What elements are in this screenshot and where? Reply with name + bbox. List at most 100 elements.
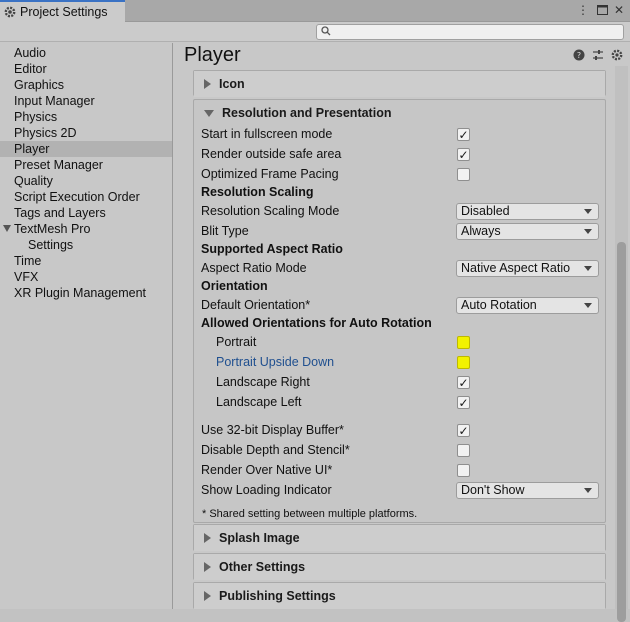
- row-label: Blit Type: [201, 224, 249, 238]
- resolution-scaling-dropdown[interactable]: Disabled: [456, 203, 599, 220]
- depth-stencil-checkbox[interactable]: [457, 444, 470, 457]
- dropdown-value: Auto Rotation: [461, 298, 537, 312]
- row-allowed-orientations-header: Allowed Orientations for Auto Rotation: [194, 315, 607, 333]
- dropdown-value: Disabled: [461, 204, 510, 218]
- settings-gear-icon[interactable]: [611, 49, 623, 61]
- dropdown-arrow-icon: [584, 229, 592, 234]
- row-render-safe-area: Render outside safe area ✓: [194, 146, 607, 164]
- sidebar-item-vfx[interactable]: VFX: [0, 269, 172, 285]
- title-bar: Project Settings ⋮ ✕: [0, 0, 630, 22]
- section-title: Publishing Settings: [219, 589, 336, 603]
- section-splash-image: Splash Image: [193, 524, 606, 551]
- sidebar-item-preset-manager[interactable]: Preset Manager: [0, 157, 172, 173]
- collapsed-arrow-icon: [204, 562, 211, 572]
- row-32bit-display-buffer: Use 32-bit Display Buffer* ✓: [194, 422, 607, 440]
- sidebar-item-graphics[interactable]: Graphics: [0, 77, 172, 93]
- scrollbar-thumb[interactable]: [617, 242, 626, 622]
- sidebar-item-label: TextMesh Pro: [14, 222, 91, 236]
- preset-sliders-icon[interactable]: [592, 49, 604, 61]
- row-label: Render Over Native UI*: [201, 463, 333, 477]
- sidebar-item-input-manager[interactable]: Input Manager: [0, 93, 172, 109]
- more-options-icon[interactable]: ⋮: [576, 3, 590, 17]
- portrait-checkbox[interactable]: [457, 336, 470, 349]
- section-icon-header[interactable]: Icon: [194, 71, 605, 97]
- page-title: Player: [184, 44, 241, 66]
- dropdown-arrow-icon: [584, 303, 592, 308]
- row-render-over-native-ui: Render Over Native UI*: [194, 462, 607, 480]
- loading-indicator-dropdown[interactable]: Don't Show: [456, 482, 599, 499]
- maximize-icon[interactable]: [595, 3, 609, 17]
- sidebar-item-textmesh-settings[interactable]: Settings: [0, 237, 172, 253]
- row-label: Optimized Frame Pacing: [201, 167, 339, 181]
- sidebar-item-quality[interactable]: Quality: [0, 173, 172, 189]
- row-start-fullscreen: Start in fullscreen mode ✓: [194, 126, 607, 144]
- sidebar-item-physics[interactable]: Physics: [0, 109, 172, 125]
- section-title: Splash Image: [219, 531, 300, 545]
- check-icon: ✓: [458, 127, 469, 142]
- sidebar-item-physics-2d[interactable]: Physics 2D: [0, 125, 172, 141]
- section-title: Resolution and Presentation: [222, 106, 392, 120]
- dropdown-value: Native Aspect Ratio: [461, 261, 571, 275]
- foldout-expanded-icon[interactable]: [3, 225, 11, 232]
- row-orientation-header: Orientation: [194, 278, 607, 296]
- collapsed-arrow-icon: [204, 533, 211, 543]
- group-heading: Allowed Orientations for Auto Rotation: [201, 316, 432, 330]
- section-splash-header[interactable]: Splash Image: [194, 525, 605, 551]
- landscape-right-checkbox[interactable]: ✓: [457, 376, 470, 390]
- section-resolution-header[interactable]: Resolution and Presentation: [194, 100, 605, 126]
- native-ui-checkbox[interactable]: [457, 464, 470, 477]
- project-settings-window: Project Settings ⋮ ✕ Audio Editor Graphi…: [0, 0, 630, 622]
- sidebar-item-textmesh-pro[interactable]: TextMesh Pro: [0, 221, 172, 237]
- row-default-orientation: Default Orientation* Auto Rotation: [194, 297, 607, 315]
- row-label: Default Orientation*: [201, 298, 311, 312]
- tab-label: Project Settings: [20, 5, 108, 19]
- row-label: Aspect Ratio Mode: [201, 261, 307, 275]
- toolbar: [0, 22, 630, 42]
- group-heading: Orientation: [201, 279, 268, 293]
- help-icon[interactable]: ?: [573, 49, 585, 61]
- landscape-left-checkbox[interactable]: ✓: [457, 396, 470, 410]
- collapsed-arrow-icon: [204, 79, 211, 89]
- section-title: Icon: [219, 77, 245, 91]
- section-resolution-presentation: Resolution and Presentation Start in ful…: [193, 99, 606, 523]
- search-input[interactable]: [316, 24, 624, 40]
- section-other-header[interactable]: Other Settings: [194, 554, 605, 580]
- section-icon: Icon: [193, 70, 606, 97]
- sidebar-item-audio[interactable]: Audio: [0, 45, 172, 61]
- row-portrait-upside-down: Portrait Upside Down: [194, 354, 607, 372]
- row-frame-pacing: Optimized Frame Pacing: [194, 166, 607, 184]
- aspect-ratio-dropdown[interactable]: Native Aspect Ratio: [456, 260, 599, 277]
- row-label: Landscape Right: [216, 375, 310, 389]
- row-disable-depth-stencil: Disable Depth and Stencil*: [194, 442, 607, 460]
- main-scrollbar[interactable]: [615, 66, 628, 622]
- blit-type-dropdown[interactable]: Always: [456, 223, 599, 240]
- section-publishing-settings: Publishing Settings: [193, 582, 606, 609]
- check-icon: ✓: [458, 423, 469, 438]
- row-portrait: Portrait: [194, 334, 607, 352]
- collapsed-arrow-icon: [204, 591, 211, 601]
- frame-pacing-checkbox[interactable]: [457, 168, 470, 181]
- tab-project-settings[interactable]: Project Settings: [0, 0, 125, 22]
- expanded-arrow-icon: [204, 109, 214, 117]
- sidebar-item-script-execution-order[interactable]: Script Execution Order: [0, 189, 172, 205]
- section-publishing-header[interactable]: Publishing Settings: [194, 583, 605, 609]
- sidebar-item-player[interactable]: Player: [0, 141, 172, 157]
- fullscreen-checkbox[interactable]: ✓: [457, 127, 470, 142]
- row-label: Portrait Upside Down: [216, 355, 335, 369]
- row-aspect-header: Supported Aspect Ratio: [194, 241, 607, 259]
- dropdown-arrow-icon: [584, 209, 592, 214]
- sidebar-item-time[interactable]: Time: [0, 253, 172, 269]
- safe-area-checkbox[interactable]: ✓: [457, 148, 470, 162]
- portrait-upside-down-checkbox[interactable]: [457, 356, 470, 369]
- sidebar-item-xr-plugin-management[interactable]: XR Plugin Management: [0, 285, 172, 301]
- group-heading: Resolution Scaling: [201, 185, 314, 199]
- dropdown-arrow-icon: [584, 266, 592, 271]
- dropdown-value: Don't Show: [461, 483, 525, 497]
- row-label: Render outside safe area: [201, 147, 342, 161]
- sidebar-item-tags-and-layers[interactable]: Tags and Layers: [0, 205, 172, 221]
- sidebar-item-editor[interactable]: Editor: [0, 61, 172, 77]
- display-buffer-checkbox[interactable]: ✓: [457, 423, 470, 438]
- row-blit-type: Blit Type Always: [194, 223, 607, 241]
- default-orientation-dropdown[interactable]: Auto Rotation: [456, 297, 599, 314]
- close-icon[interactable]: ✕: [612, 3, 626, 17]
